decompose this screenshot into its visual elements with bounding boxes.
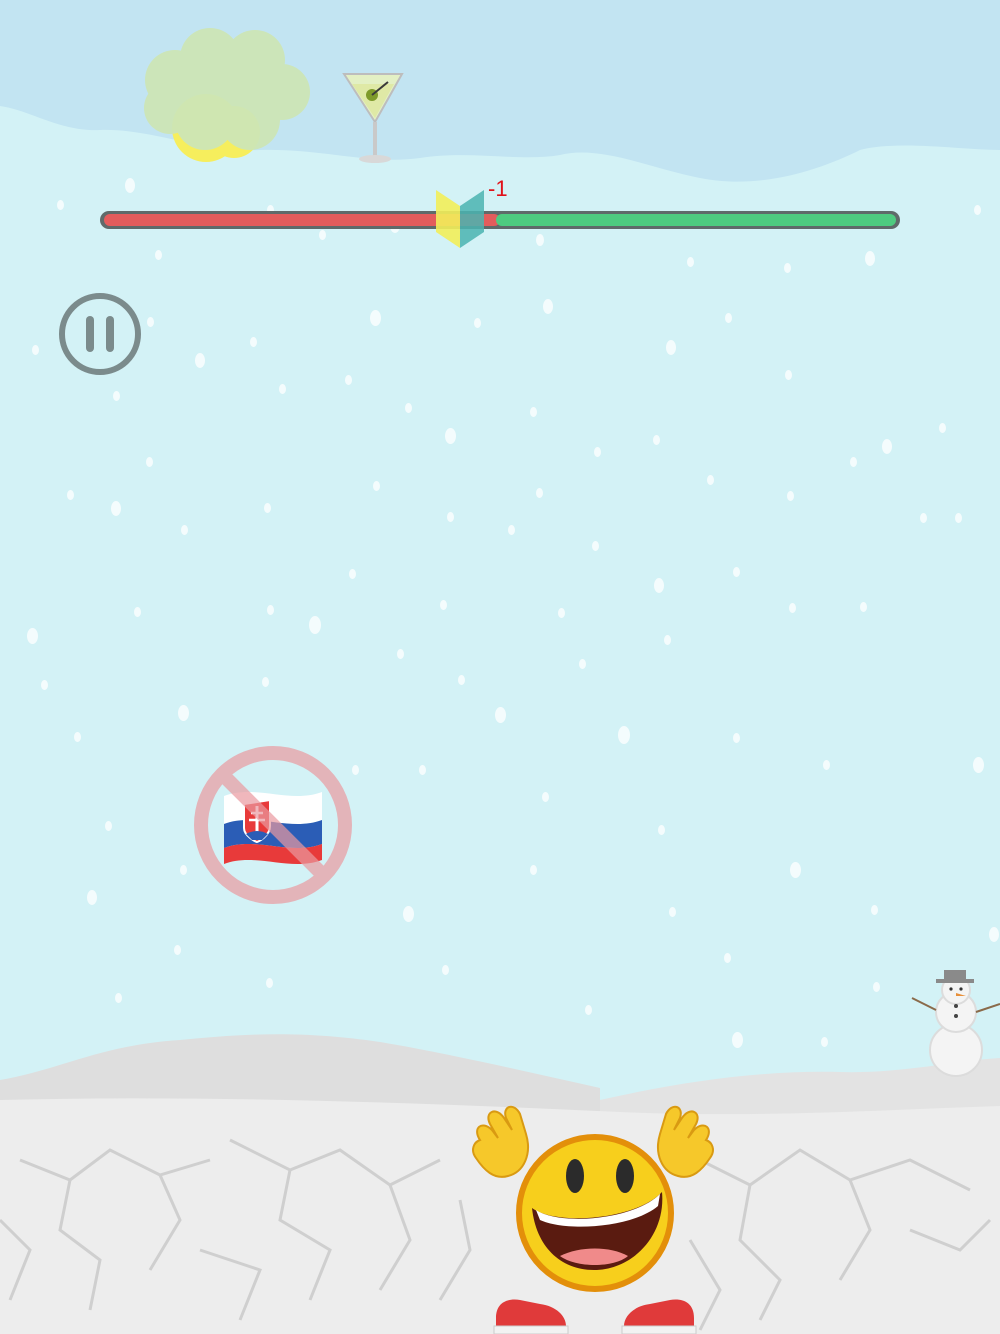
waving-hand-left-icon (472, 1105, 529, 1178)
waving-hand-right-icon (657, 1105, 714, 1178)
smiling-face-icon (516, 1134, 674, 1292)
player-character[interactable] (0, 0, 1000, 1334)
sneakers-icon (493, 1299, 697, 1334)
